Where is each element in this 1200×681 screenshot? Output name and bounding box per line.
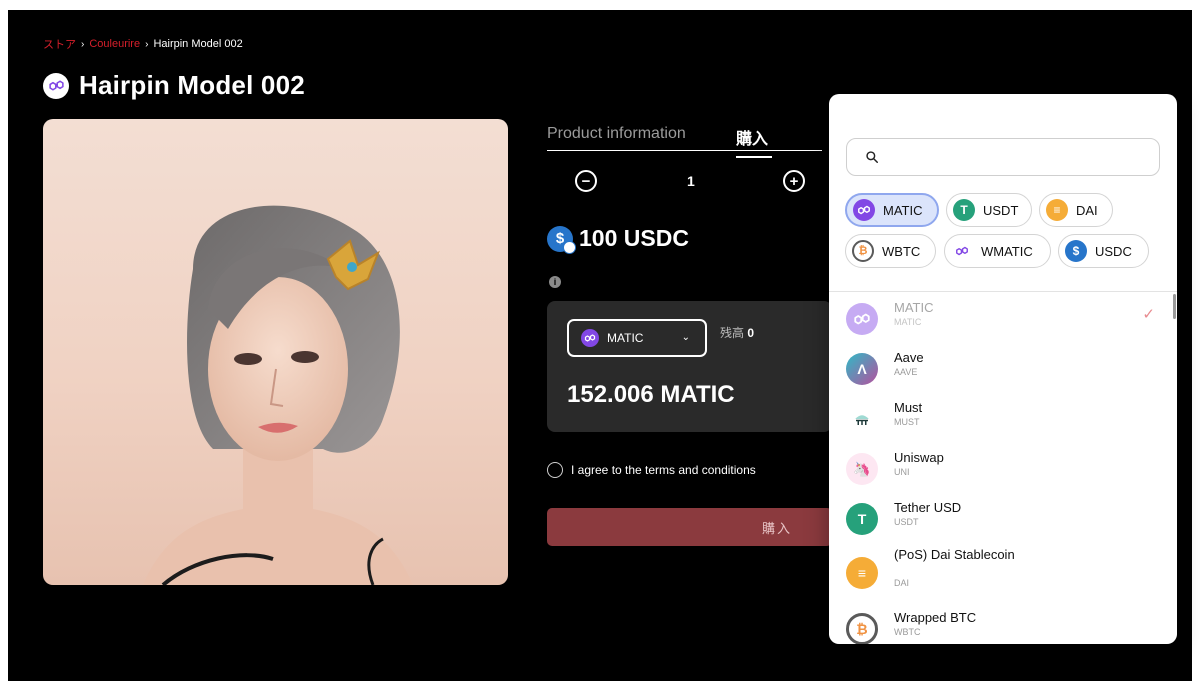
polygon-icon xyxy=(853,199,875,221)
info-icon[interactable]: i xyxy=(549,276,561,288)
page-title: Hairpin Model 002 xyxy=(79,70,305,100)
product-image xyxy=(43,119,508,585)
quantity-stepper: − 1 + xyxy=(575,170,820,196)
chip-wbtc[interactable]: ₿ WBTC xyxy=(845,234,936,268)
plus-circle-icon[interactable]: + xyxy=(783,170,805,192)
chip-matic[interactable]: MATIC xyxy=(845,193,939,227)
balance: 残高 0 xyxy=(720,324,754,341)
token-symbol: MUST xyxy=(894,417,920,427)
token-list: MATIC MATIC ✓ Λ Aave AAVE Must MUST 🦄 Un… xyxy=(829,292,1177,644)
polygon-icon xyxy=(846,303,878,335)
chip-label: WMATIC xyxy=(981,243,1033,259)
chip-label: USDC xyxy=(1095,243,1132,259)
search-icon xyxy=(866,151,878,163)
quantity-value: 1 xyxy=(687,173,695,189)
token-name: Uniswap xyxy=(894,450,944,465)
price-amount: 100 USDC xyxy=(579,225,689,251)
bitcoin-icon: ₿ xyxy=(852,240,874,262)
polygon-icon xyxy=(951,240,973,262)
token-name: Aave xyxy=(894,350,924,365)
token-symbol: UNI xyxy=(894,467,910,477)
chip-label: WBTC xyxy=(882,243,921,259)
tab-product-information[interactable]: Product information xyxy=(547,125,686,143)
breadcrumb-brand-link[interactable]: Couleurire xyxy=(89,38,140,50)
chip-wmatic[interactable]: WMATIC xyxy=(944,234,1051,268)
aave-icon: Λ xyxy=(846,353,878,385)
token-name: (PoS) Dai Stablecoin xyxy=(894,547,1015,562)
terms-agreement[interactable]: I agree to the terms and conditions xyxy=(547,462,756,478)
balance-label: 残高 xyxy=(720,326,745,340)
token-list-item-uniswap[interactable]: 🦄 Uniswap UNI xyxy=(829,442,1169,492)
breadcrumb-store-link[interactable]: ストア xyxy=(43,36,76,52)
token-symbol: MATIC xyxy=(894,317,922,327)
product-title-row: Hairpin Model 002 xyxy=(43,70,305,101)
breadcrumb-separator: › xyxy=(145,38,149,50)
chip-dai[interactable]: ≡ DAI xyxy=(1039,193,1113,227)
token-list-item-wbtc[interactable]: ₿ Wrapped BTC WBTC xyxy=(829,602,1169,644)
usdc-icon: $ xyxy=(547,225,576,254)
payment-box: MATIC ⌄ 残高 0 152.006 MATIC xyxy=(547,301,832,432)
chip-label: USDT xyxy=(983,202,1019,218)
check-icon: ✓ xyxy=(1142,306,1155,323)
usdc-icon: $ xyxy=(1065,240,1087,262)
chip-label: MATIC xyxy=(883,202,923,218)
chip-usdc[interactable]: $ USDC xyxy=(1058,234,1149,268)
token-name: MATIC xyxy=(894,300,934,315)
token-select-button[interactable]: MATIC ⌄ xyxy=(567,319,707,357)
bitcoin-icon: ₿ xyxy=(846,613,878,644)
payment-amount: 152.006 MATIC xyxy=(567,381,735,408)
token-symbol: USDT xyxy=(894,517,919,527)
chevron-down-icon: ⌄ xyxy=(681,332,690,343)
breadcrumb-separator: › xyxy=(81,38,85,50)
polygon-icon xyxy=(581,329,599,347)
token-list-item-matic[interactable]: MATIC MATIC ✓ xyxy=(829,292,1169,342)
minus-circle-icon[interactable]: − xyxy=(575,170,597,192)
token-list-item-aave[interactable]: Λ Aave AAVE xyxy=(829,342,1169,392)
token-symbol: AAVE xyxy=(894,367,918,377)
token-name: Must xyxy=(894,400,923,415)
buy-button[interactable]: 購入 xyxy=(547,508,832,546)
terms-radio[interactable] xyxy=(547,462,563,478)
tether-icon: T xyxy=(846,503,878,535)
must-icon xyxy=(846,403,878,435)
token-name: Wrapped BTC xyxy=(894,610,977,625)
breadcrumb-current: Hairpin Model 002 xyxy=(153,38,243,50)
breadcrumb: ストア › Couleurire › Hairpin Model 002 xyxy=(43,36,243,52)
token-name: Tether USD xyxy=(894,500,962,515)
chip-usdt[interactable]: T USDT xyxy=(946,193,1032,227)
token-symbol: DAI xyxy=(894,578,910,588)
price-row: $ 100 USDC xyxy=(547,225,689,254)
polygon-logo-icon xyxy=(43,72,69,99)
dai-icon: ≡ xyxy=(846,557,878,589)
search-input[interactable] xyxy=(889,148,1153,166)
token-list-item-tether[interactable]: T Tether USD USDT xyxy=(829,492,1169,542)
token-picker-panel: MATIC T USDT ≡ DAI ₿ WBTC WMATIC $ USDC … xyxy=(829,94,1177,644)
balance-value: 0 xyxy=(747,326,755,340)
token-list-item-dai[interactable]: ≡ (PoS) Dai Stablecoin DAI xyxy=(829,542,1169,602)
token-symbol: WBTC xyxy=(894,627,921,637)
token-search-field[interactable] xyxy=(846,138,1160,176)
chip-label: DAI xyxy=(1076,202,1098,218)
dai-icon: ≡ xyxy=(1046,199,1068,221)
product-tabs: Product information 購入 xyxy=(547,122,822,158)
uniswap-icon: 🦄 xyxy=(846,453,878,485)
tab-purchase[interactable]: 購入 xyxy=(736,125,773,158)
token-list-item-must[interactable]: Must MUST xyxy=(829,392,1169,442)
terms-label: I agree to the terms and conditions xyxy=(571,463,756,477)
selected-token-label: MATIC xyxy=(607,331,644,345)
tether-icon: T xyxy=(953,199,975,221)
